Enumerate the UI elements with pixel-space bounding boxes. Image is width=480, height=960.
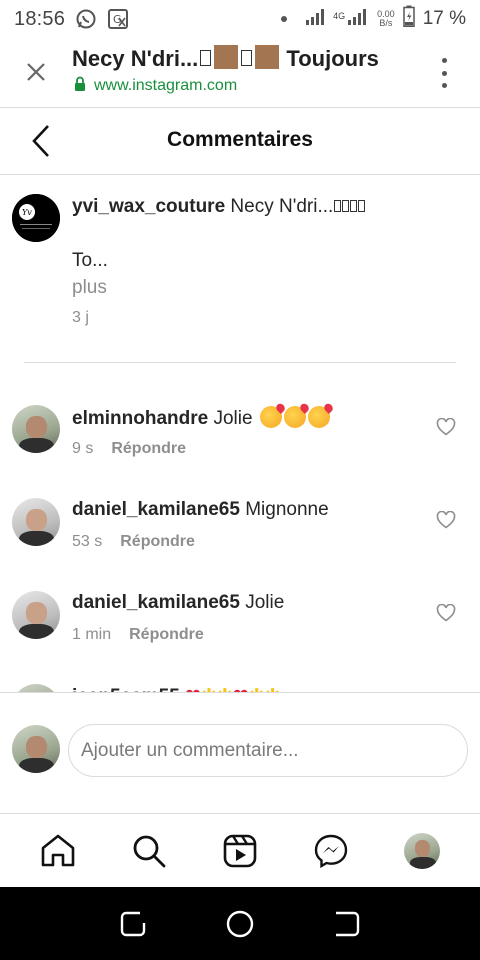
comment-username[interactable]: daniel_kamilane65 <box>72 499 240 520</box>
caption-user-line: yvi_wax_couture Necy N'dri... <box>72 196 365 218</box>
browser-page-title: Necy N'dri... Toujours <box>72 45 379 71</box>
network-type-4g: 4G <box>333 11 346 21</box>
comment-text: Jolie <box>245 592 285 613</box>
net-speed: 0.00 B/s <box>377 9 395 28</box>
signal-2-icon <box>347 6 369 32</box>
list-item: daniel_kamilane65 Mignonne 53 s Répondre <box>0 456 480 550</box>
home-circle-icon[interactable] <box>220 904 260 944</box>
lock-icon <box>74 76 86 96</box>
svg-text:Yv: Yv <box>22 208 32 217</box>
avatar <box>12 725 60 773</box>
more-link[interactable]: plus <box>72 277 107 299</box>
list-item: daniel_kamilane65 Jolie 1 min Répondre <box>0 549 480 643</box>
status-bar: 18:56 G 4G 0.00 B/s 17 % <box>0 0 480 38</box>
recents-icon[interactable] <box>113 904 153 944</box>
overflow-menu-icon[interactable] <box>438 58 450 88</box>
clock: 18:56 <box>14 7 66 30</box>
comment-username[interactable]: daniel_kamilane65 <box>72 592 240 613</box>
comments-header: Commentaires <box>0 108 480 175</box>
list-item: elminnohandre Jolie 9 s Répondre <box>0 363 480 457</box>
list-item: jean5cam55 ❤✱✱❤✱✱ <box>0 642 480 692</box>
comment-text: Mignonne <box>245 499 329 520</box>
comment-input[interactable] <box>68 724 468 777</box>
page-title: Commentaires <box>167 128 313 151</box>
comment-username[interactable]: elminnohandre <box>72 408 208 429</box>
skin-tone-icon <box>255 45 280 69</box>
caption-body: To... <box>72 250 108 271</box>
missing-glyph-icon <box>241 50 253 66</box>
profile-avatar[interactable] <box>402 831 442 871</box>
signal-icon <box>305 6 329 32</box>
bottom-nav <box>0 814 480 887</box>
avatar[interactable] <box>12 498 60 546</box>
reels-icon[interactable] <box>220 831 260 871</box>
skin-tone-icon <box>214 45 239 69</box>
heart-icon[interactable] <box>436 603 458 624</box>
avatar[interactable]: Yv <box>12 194 60 242</box>
comment-composer <box>0 692 480 814</box>
battery-percent: 17 % <box>422 8 466 29</box>
avatar[interactable] <box>12 591 60 639</box>
battery-icon <box>402 5 415 33</box>
messenger-icon[interactable] <box>311 831 351 871</box>
whatsapp-icon <box>75 8 97 30</box>
notification-dot-icon <box>281 16 288 22</box>
heart-icon[interactable] <box>436 417 458 438</box>
browser-bar: Necy N'dri... Toujours www.instagram.com <box>0 38 480 108</box>
smiling-hearts-emoji-icon <box>283 406 306 428</box>
close-icon[interactable] <box>22 58 50 86</box>
avatar[interactable] <box>12 684 60 692</box>
translate-icon: G <box>107 8 129 30</box>
comment-text: Jolie <box>213 408 253 429</box>
browser-url[interactable]: www.instagram.com <box>74 76 237 96</box>
back-icon[interactable] <box>327 904 367 944</box>
smiling-hearts-emoji-icon <box>307 406 330 428</box>
avatar[interactable] <box>12 405 60 453</box>
missing-glyph-icon <box>200 50 212 66</box>
caption-text: Necy N'dri... <box>230 196 334 217</box>
post-caption: Yv yvi_wax_couture Necy N'dri... To... p… <box>0 176 480 364</box>
comments-list[interactable]: elminnohandre Jolie 9 s Répondre daniel_… <box>0 363 480 692</box>
smiling-hearts-emoji-icon <box>259 406 282 428</box>
search-icon[interactable] <box>129 831 169 871</box>
caption-username[interactable]: yvi_wax_couture <box>72 196 225 217</box>
heart-icon[interactable] <box>436 510 458 531</box>
caption-time: 3 j <box>72 309 89 326</box>
home-icon[interactable] <box>38 831 78 871</box>
system-nav <box>0 887 480 960</box>
